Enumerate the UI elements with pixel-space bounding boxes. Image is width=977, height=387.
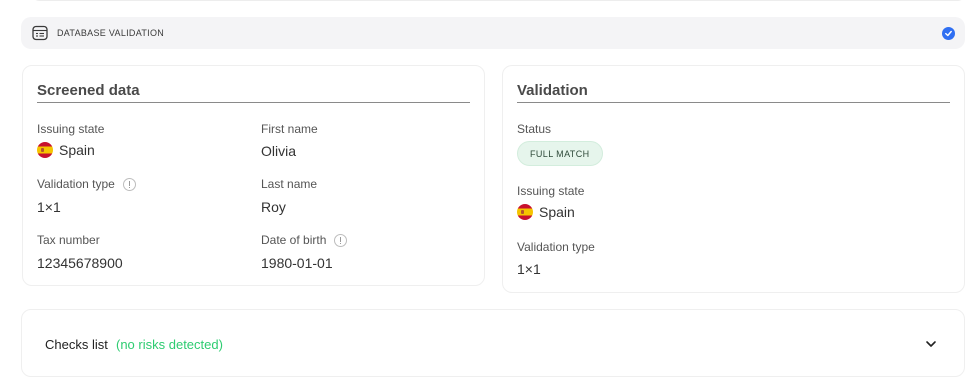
validation-type-value-text: 1×1 xyxy=(37,199,61,215)
status-label: Status xyxy=(517,122,551,136)
page: DATABASE VALIDATION Screened data Issuin… xyxy=(0,0,977,387)
validation-title: Validation xyxy=(517,82,588,99)
issuing-state-label-text: Issuing state xyxy=(517,184,585,198)
last-name-value: Roy xyxy=(261,199,286,215)
tax-number-label: Tax number xyxy=(37,233,100,247)
tax-number-label-text: Tax number xyxy=(37,233,100,247)
last-name-label: Last name xyxy=(261,177,317,191)
title-divider xyxy=(517,102,950,103)
issuing-state-value: Spain xyxy=(517,204,575,220)
issuing-state-label: Issuing state xyxy=(517,184,584,198)
last-name-label-text: Last name xyxy=(261,177,318,191)
screened-data-card: Screened data Issuing state Spain First … xyxy=(22,65,485,286)
first-name-label: First name xyxy=(261,122,318,136)
first-name-value-text: Olivia xyxy=(261,143,297,159)
database-table-icon xyxy=(32,25,48,41)
info-icon[interactable] xyxy=(334,233,348,247)
tax-number-value-text: 12345678900 xyxy=(37,255,123,271)
chevron-down-icon[interactable] xyxy=(924,337,938,351)
check-circle-icon xyxy=(942,27,955,40)
status-label-text: Status xyxy=(517,122,552,136)
date-of-birth-value: 1980-01-01 xyxy=(261,255,333,271)
validation-type-label-text: Validation type xyxy=(517,240,595,254)
validation-type-label-text: Validation type xyxy=(37,177,115,191)
spain-flag-icon xyxy=(37,142,53,158)
validation-type-label: Validation type xyxy=(517,240,595,254)
checks-status-note: (no risks detected) xyxy=(116,337,223,352)
last-name-value-text: Roy xyxy=(261,199,286,215)
tax-number-value: 12345678900 xyxy=(37,255,123,271)
validation-type-value: 1×1 xyxy=(517,261,541,277)
checks-list-toggle[interactable]: Checks list (no risks detected) xyxy=(21,309,965,377)
first-name-label-text: First name xyxy=(261,122,318,136)
date-of-birth-value-text: 1980-01-01 xyxy=(261,255,333,271)
status-badge: FULL MATCH xyxy=(517,141,603,166)
spain-flag-icon xyxy=(517,204,533,220)
screened-data-title: Screened data xyxy=(37,82,140,99)
previous-section-frame xyxy=(30,0,967,1)
issuing-state-label-text: Issuing state xyxy=(37,122,105,136)
validation-type-value: 1×1 xyxy=(37,199,61,215)
checks-list-label: Checks list xyxy=(45,337,108,352)
validation-type-label: Validation type xyxy=(37,177,136,191)
date-of-birth-label-text: Date of birth xyxy=(261,233,327,247)
header-title: DATABASE VALIDATION xyxy=(57,28,165,38)
title-divider xyxy=(37,102,470,103)
date-of-birth-label: Date of birth xyxy=(261,233,348,247)
first-name-value: Olivia xyxy=(261,143,296,159)
issuing-state-value-text: Spain xyxy=(539,204,575,220)
validation-card: Validation Status FULL MATCH Issuing sta… xyxy=(502,65,965,293)
issuing-state-label: Issuing state xyxy=(37,122,104,136)
validation-type-value-text: 1×1 xyxy=(517,261,541,277)
database-validation-header[interactable]: DATABASE VALIDATION xyxy=(21,17,965,49)
issuing-state-value-text: Spain xyxy=(59,142,95,158)
info-icon[interactable] xyxy=(122,177,136,191)
issuing-state-value: Spain xyxy=(37,142,95,158)
